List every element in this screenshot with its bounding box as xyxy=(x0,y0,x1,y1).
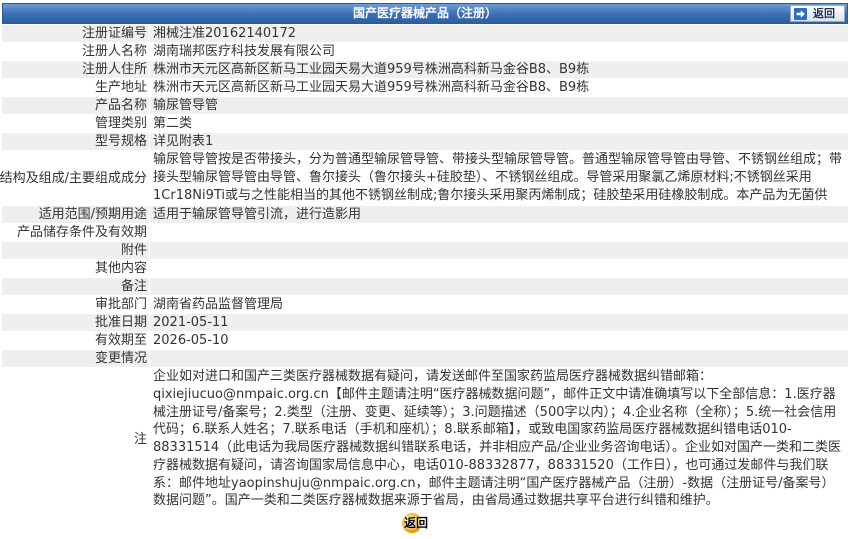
row-model-spec: 型号规格 详见附表1 xyxy=(2,133,848,150)
field-value xyxy=(150,260,848,277)
model-spec-value: 详见附表1 xyxy=(153,134,214,149)
field-value: 详见附表1 xyxy=(150,133,848,150)
row-approval-date: 批准日期 2021-05-11 xyxy=(2,314,848,331)
field-label: 生产地址 xyxy=(94,80,147,95)
field-label: 注册人住所 xyxy=(2,61,149,78)
product-name-value: 输尿管导管 xyxy=(153,98,219,113)
field-value: 湘械注准20162140172 xyxy=(150,25,848,42)
back-button-bottom-label: 返回 xyxy=(404,516,429,530)
management-class-value: 第二类 xyxy=(153,116,193,131)
row-management-class: 管理类别 第二类 xyxy=(2,115,848,132)
detail-page: 国产医疗器械产品（注册） 返回 注册证编号 湘械注准20162140172 注册… xyxy=(0,3,848,511)
page-title: 国产医疗器械产品（注册） xyxy=(352,6,497,20)
title-bar: 国产医疗器械产品（注册） 返回 xyxy=(2,3,848,24)
approval-department-value: 湖南省药品监督管理局 xyxy=(153,297,284,312)
field-label: 其他内容 xyxy=(94,261,147,276)
row-other-content: 其他内容 xyxy=(2,260,848,277)
field-label: 变更情况 xyxy=(2,350,149,367)
row-attachments: 附件 xyxy=(2,242,848,259)
field-value: 湖南瑞邦医疗科技发展有限公司 xyxy=(150,43,848,60)
field-label: 附件 xyxy=(2,242,149,259)
approval-date-value: 2021-05-11 xyxy=(153,315,229,330)
row-structure-composition: 结构及组成/主要组成成分 输尿管导管按是否带接头，分为普通型输尿管导管、带接头型… xyxy=(0,151,848,205)
field-label: 产品储存条件及有效期 xyxy=(16,225,147,240)
field-value: 2026-05-10 xyxy=(150,332,848,349)
row-approval-department: 审批部门 湖南省药品监督管理局 xyxy=(2,296,848,313)
registration-number-value: 湘械注准20162140172 xyxy=(153,26,296,41)
field-value: 输尿管导管 xyxy=(150,97,848,114)
field-label: 审批部门 xyxy=(94,297,147,312)
field-value: 湖南省药品监督管理局 xyxy=(150,296,848,313)
row-valid-until: 有效期至 2026-05-10 xyxy=(2,332,848,349)
arrow-right-icon xyxy=(794,7,807,20)
row-intended-use: 适用范围/预期用途 适用于输尿管导管引流，进行造影用 xyxy=(2,206,848,223)
field-label: 注册人名称 xyxy=(81,44,147,59)
field-value xyxy=(150,278,848,295)
field-value: 株洲市天元区高新区新马工业园天易大道959号株洲高科新马金谷B8、B9栋 xyxy=(150,61,848,78)
row-note: 注 企业如对进口和国产三类医疗器械数据有疑问，请发送邮件至国家药监局医疗器械数据… xyxy=(2,368,848,510)
row-product-name: 产品名称 输尿管导管 xyxy=(2,97,848,114)
field-value xyxy=(150,350,848,367)
field-label: 注册证编号 xyxy=(2,25,149,42)
field-label: 适用范围/预期用途 xyxy=(2,206,149,223)
field-value: 适用于输尿管导管引流，进行造影用 xyxy=(150,206,848,223)
field-label: 管理类别 xyxy=(94,116,147,131)
field-value xyxy=(150,242,848,259)
structure-composition-value: 输尿管导管按是否带接头，分为普通型输尿管导管、带接头型输尿管导管。普通型输尿管导… xyxy=(153,152,843,203)
row-registration-number: 注册证编号 湘械注准20162140172 xyxy=(2,25,848,42)
valid-until-value: 2026-05-10 xyxy=(153,333,229,348)
field-label: 结构及组成/主要组成成分 xyxy=(0,170,147,186)
back-button-bottom[interactable]: 返回 xyxy=(401,512,433,534)
field-label: 注 xyxy=(133,431,147,447)
row-production-address: 生产地址 株洲市天元区高新区新马工业园天易大道959号株洲高科新马金谷B8、B9… xyxy=(2,79,848,96)
field-label: 产品名称 xyxy=(2,97,149,114)
field-label: 备注 xyxy=(2,278,149,295)
field-value: 企业如对进口和国产三类医疗器械数据有疑问，请发送邮件至国家药监局医疗器械数据纠错… xyxy=(150,368,848,510)
field-value: 第二类 xyxy=(150,115,848,132)
production-address-value: 株洲市天元区高新区新马工业园天易大道959号株洲高科新马金谷B8、B9栋 xyxy=(153,80,590,95)
field-label: 批准日期 xyxy=(2,314,149,331)
row-change-history: 变更情况 xyxy=(2,350,848,367)
field-value: 2021-05-11 xyxy=(150,314,848,331)
field-label: 型号规格 xyxy=(2,133,149,150)
note-value: 企业如对进口和国产三类医疗器械数据有疑问，请发送邮件至国家药监局医疗器械数据纠错… xyxy=(153,369,842,509)
back-button-top[interactable]: 返回 xyxy=(790,5,845,22)
field-value: 输尿管导管按是否带接头，分为普通型输尿管导管、带接头型输尿管导管。普通型输尿管导… xyxy=(150,151,848,205)
row-registrant-address: 注册人住所 株洲市天元区高新区新马工业园天易大道959号株洲高科新马金谷B8、B… xyxy=(2,61,848,78)
row-storage-validity: 产品储存条件及有效期 xyxy=(2,224,848,241)
row-remarks: 备注 xyxy=(2,278,848,295)
registrant-name-value: 湖南瑞邦医疗科技发展有限公司 xyxy=(153,44,336,59)
registrant-address-value: 株洲市天元区高新区新马工业园天易大道959号株洲高科新马金谷B8、B9栋 xyxy=(153,62,590,77)
field-label: 有效期至 xyxy=(94,333,147,348)
row-registrant-name: 注册人名称 湖南瑞邦医疗科技发展有限公司 xyxy=(2,43,848,60)
back-button-top-label: 返回 xyxy=(813,6,835,20)
intended-use-value: 适用于输尿管导管引流，进行造影用 xyxy=(153,207,362,222)
detail-table: 注册证编号 湘械注准20162140172 注册人名称 湖南瑞邦医疗科技发展有限… xyxy=(0,25,848,510)
field-value: 株洲市天元区高新区新马工业园天易大道959号株洲高科新马金谷B8、B9栋 xyxy=(150,79,848,96)
field-value xyxy=(150,224,848,241)
